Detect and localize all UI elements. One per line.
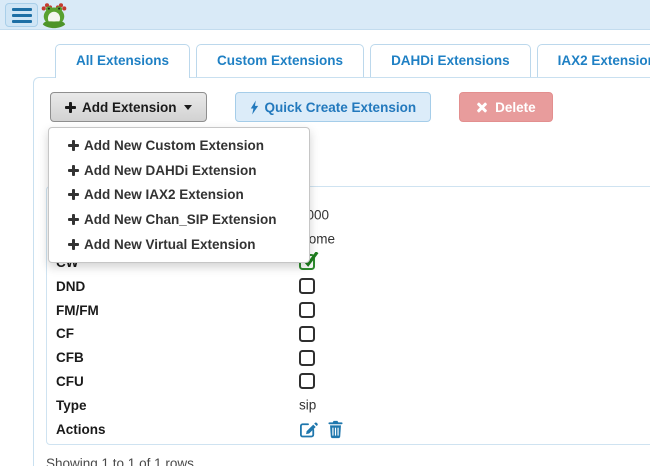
edit-extension-button[interactable] — [299, 420, 318, 439]
extensions-tab-bar: All Extensions Custom Extensions DAHDi E… — [55, 44, 650, 78]
frog-icon — [40, 1, 68, 29]
tab-custom-extensions[interactable]: Custom Extensions — [196, 44, 364, 77]
cf-checkbox[interactable] — [299, 326, 315, 342]
row-label: FM/FM — [56, 303, 99, 318]
table-row-cfu: CFU — [47, 370, 650, 394]
plus-icon — [68, 189, 79, 200]
cfb-checkbox[interactable] — [299, 350, 315, 366]
delete-extension-button[interactable] — [328, 420, 343, 438]
plus-icon — [68, 239, 79, 250]
trash-icon — [328, 420, 343, 438]
bolt-icon — [250, 100, 259, 115]
fmfm-checkbox[interactable] — [299, 302, 315, 318]
plus-icon — [68, 214, 79, 225]
extensions-toolbar: Add Extension Quick Create Extension Del… — [50, 92, 553, 122]
menu-toggle-button[interactable] — [5, 3, 38, 27]
x-icon — [476, 101, 488, 113]
dnd-checkbox[interactable] — [299, 278, 315, 294]
delete-button[interactable]: Delete — [459, 92, 553, 122]
table-row-cf: CF — [47, 322, 650, 346]
edit-icon — [299, 420, 318, 439]
plus-icon — [65, 102, 76, 113]
tab-dahdi-extensions[interactable]: DAHDi Extensions — [370, 44, 531, 77]
menu-item-add-chan-sip-extension[interactable]: Add New Chan_SIP Extension — [49, 207, 309, 232]
menu-item-add-dahdi-extension[interactable]: Add New DAHDi Extension — [49, 158, 309, 183]
menu-item-add-virtual-extension[interactable]: Add New Virtual Extension — [49, 232, 309, 257]
cfu-checkbox[interactable] — [299, 373, 315, 389]
add-extension-button[interactable]: Add Extension — [50, 92, 207, 122]
caret-down-icon — [184, 105, 192, 110]
table-row-dnd: DND — [47, 274, 650, 298]
row-label: DND — [56, 279, 85, 294]
row-label: CFB — [56, 350, 84, 365]
quick-create-extension-button[interactable]: Quick Create Extension — [235, 92, 432, 122]
table-row-cfb: CFB — [47, 346, 650, 370]
tab-all-extensions[interactable]: All Extensions — [55, 44, 190, 78]
freepbx-frog-logo[interactable] — [40, 1, 68, 29]
table-row-fmfm: FM/FM — [47, 298, 650, 322]
freepbx-extensions-screen: All Extensions Custom Extensions DAHDi E… — [0, 0, 650, 466]
menu-item-add-custom-extension[interactable]: Add New Custom Extension — [49, 133, 309, 158]
topbar — [0, 0, 650, 30]
table-showing-text: Showing 1 to 1 of 1 rows — [46, 456, 194, 466]
extension-type-value: sip — [299, 398, 316, 413]
row-label: CFU — [56, 374, 84, 389]
row-label: Type — [56, 398, 87, 413]
plus-icon — [68, 165, 79, 176]
menu-item-add-iax2-extension[interactable]: Add New IAX2 Extension — [49, 183, 309, 208]
hamburger-icon — [12, 8, 32, 11]
table-row-actions: Actions — [47, 417, 650, 441]
tab-iax2-extensions[interactable]: IAX2 Extensions — [537, 44, 650, 77]
row-label: CF — [56, 326, 74, 341]
table-row-type: Type sip — [47, 393, 650, 417]
row-label: Actions — [56, 422, 106, 437]
plus-icon — [68, 140, 79, 151]
add-extension-dropdown-menu: Add New Custom Extension Add New DAHDi E… — [48, 127, 310, 263]
